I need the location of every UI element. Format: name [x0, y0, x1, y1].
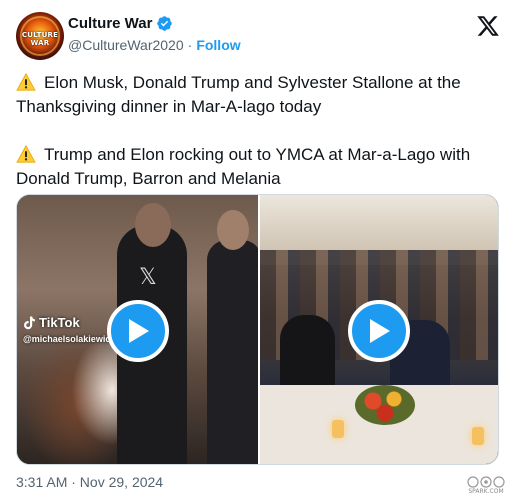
tweet-paragraph-2: Trump and Elon rocking out to YMCA at Ma… [16, 143, 502, 191]
scene-flowers [355, 385, 415, 425]
verified-badge-icon [157, 16, 173, 31]
scene-person-head [135, 203, 171, 247]
play-icon [370, 319, 390, 343]
play-button[interactable] [107, 300, 169, 362]
tweet-text: Elon Musk, Donald Trump and Sylvester St… [16, 71, 502, 191]
separator-dot: · [187, 37, 193, 53]
scene-candle [332, 420, 344, 438]
scene-person-head [217, 210, 249, 250]
author-handle[interactable]: @CultureWar2020 [68, 37, 184, 53]
tiktok-name-row: TikTok [23, 315, 115, 330]
tweet-card: CULTURE WAR Culture War @CultureWar2020 … [0, 0, 514, 497]
tweet-timestamp[interactable]: 3:31 AM · Nov 29, 2024 [16, 474, 163, 490]
author-avatar[interactable]: CULTURE WAR [16, 12, 64, 60]
scene-person [280, 315, 335, 395]
watermark-logo-icon [467, 476, 505, 488]
follow-button[interactable]: Follow [196, 37, 240, 53]
author-name-row: Culture War [68, 15, 173, 32]
tweet-paragraph-1-text: Elon Musk, Donald Trump and Sylvester St… [16, 73, 461, 116]
avatar-logo-text: CULTURE WAR [21, 31, 59, 47]
tiktok-icon [24, 316, 35, 329]
scene-person [207, 240, 258, 464]
video-thumbnail-right[interactable] [260, 195, 498, 464]
media-grid: 𝕏 TikTok @michaelsolakiewicz [16, 194, 499, 465]
tweet-paragraph-2-text: Trump and Elon rocking out to YMCA at Ma… [16, 145, 471, 188]
watermark-text: SPARK.COM [468, 488, 504, 495]
video-thumbnail-left[interactable]: 𝕏 TikTok @michaelsolakiewicz [17, 195, 258, 464]
tiktok-watermark: TikTok @michaelsolakiewicz [23, 315, 115, 344]
author-name[interactable]: Culture War [68, 15, 152, 32]
play-button[interactable] [348, 300, 410, 362]
scene-candle [472, 427, 484, 445]
shirt-x-logo: 𝕏 [139, 265, 157, 290]
tiktok-label: TikTok [39, 315, 80, 330]
x-logo-icon[interactable] [476, 14, 500, 38]
handle-row: @CultureWar2020 · Follow [68, 37, 241, 53]
tiktok-handle: @michaelsolakiewicz [23, 334, 115, 344]
warning-icon [16, 145, 36, 163]
play-icon [129, 319, 149, 343]
warning-icon [16, 73, 36, 91]
tweet-paragraph-1: Elon Musk, Donald Trump and Sylvester St… [16, 71, 502, 119]
site-watermark: SPARK.COM [464, 475, 508, 495]
